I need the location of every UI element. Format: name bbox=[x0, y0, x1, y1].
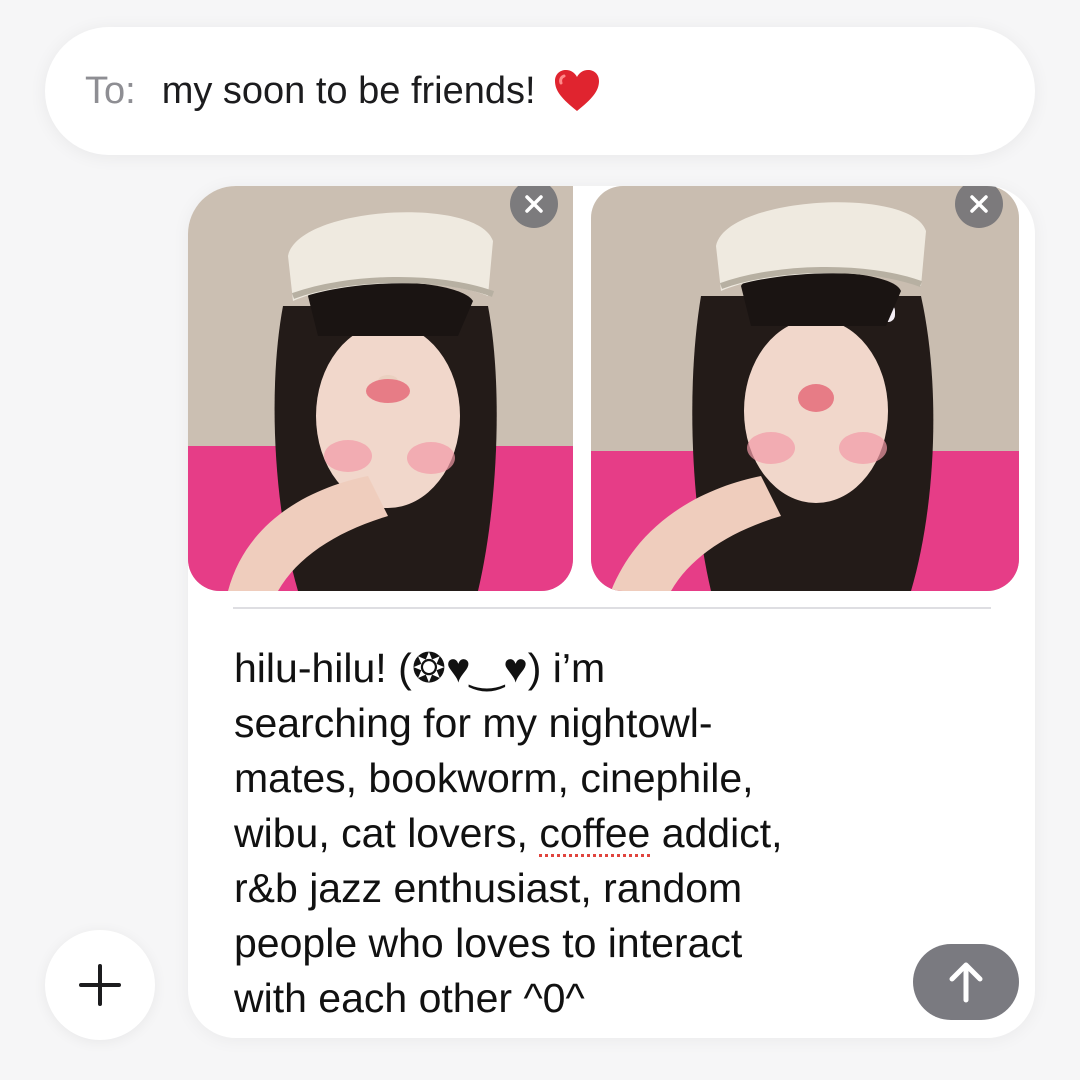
add-attachment-button[interactable] bbox=[45, 930, 155, 1040]
close-icon bbox=[525, 195, 543, 213]
recipient-name[interactable]: my soon to be friends! bbox=[162, 70, 536, 113]
message-line: people who loves to interact bbox=[234, 920, 743, 966]
message-text: addict, bbox=[650, 810, 783, 856]
message-line: wibu, cat lovers, coffee addict, bbox=[234, 806, 914, 861]
plus-icon bbox=[79, 964, 121, 1006]
message-text: wibu, cat lovers, bbox=[234, 810, 540, 856]
attachment-photo-2[interactable] bbox=[591, 186, 1019, 591]
message-line: mates, bookworm, cinephile, bbox=[234, 755, 754, 801]
message-line: r&b jazz enthusiast, random bbox=[234, 865, 743, 911]
recipient-field[interactable]: To: my soon to be friends! bbox=[45, 27, 1035, 155]
send-button[interactable] bbox=[913, 944, 1019, 1020]
to-label: To: bbox=[85, 69, 136, 112]
message-line: with each other ^0^ bbox=[234, 975, 585, 1021]
arrow-up-icon bbox=[949, 962, 983, 1003]
compose-screen: To: my soon to be friends! hilu-hilu! (❂… bbox=[0, 0, 1080, 1080]
misspelled-word[interactable]: coffee bbox=[539, 810, 650, 856]
attachment-divider bbox=[233, 607, 991, 609]
red-heart-icon bbox=[552, 66, 602, 116]
message-text-field[interactable]: hilu-hilu! (❂♥‿♥) i’m searching for my n… bbox=[234, 641, 914, 1026]
message-line: hilu-hilu! (❂♥‿♥) i’m bbox=[234, 645, 606, 691]
message-compose-bubble[interactable]: hilu-hilu! (❂♥‿♥) i’m searching for my n… bbox=[188, 186, 1035, 1038]
message-line: searching for my nightowl- bbox=[234, 700, 713, 746]
close-icon bbox=[970, 195, 988, 213]
attachment-photo-1[interactable] bbox=[188, 186, 573, 591]
